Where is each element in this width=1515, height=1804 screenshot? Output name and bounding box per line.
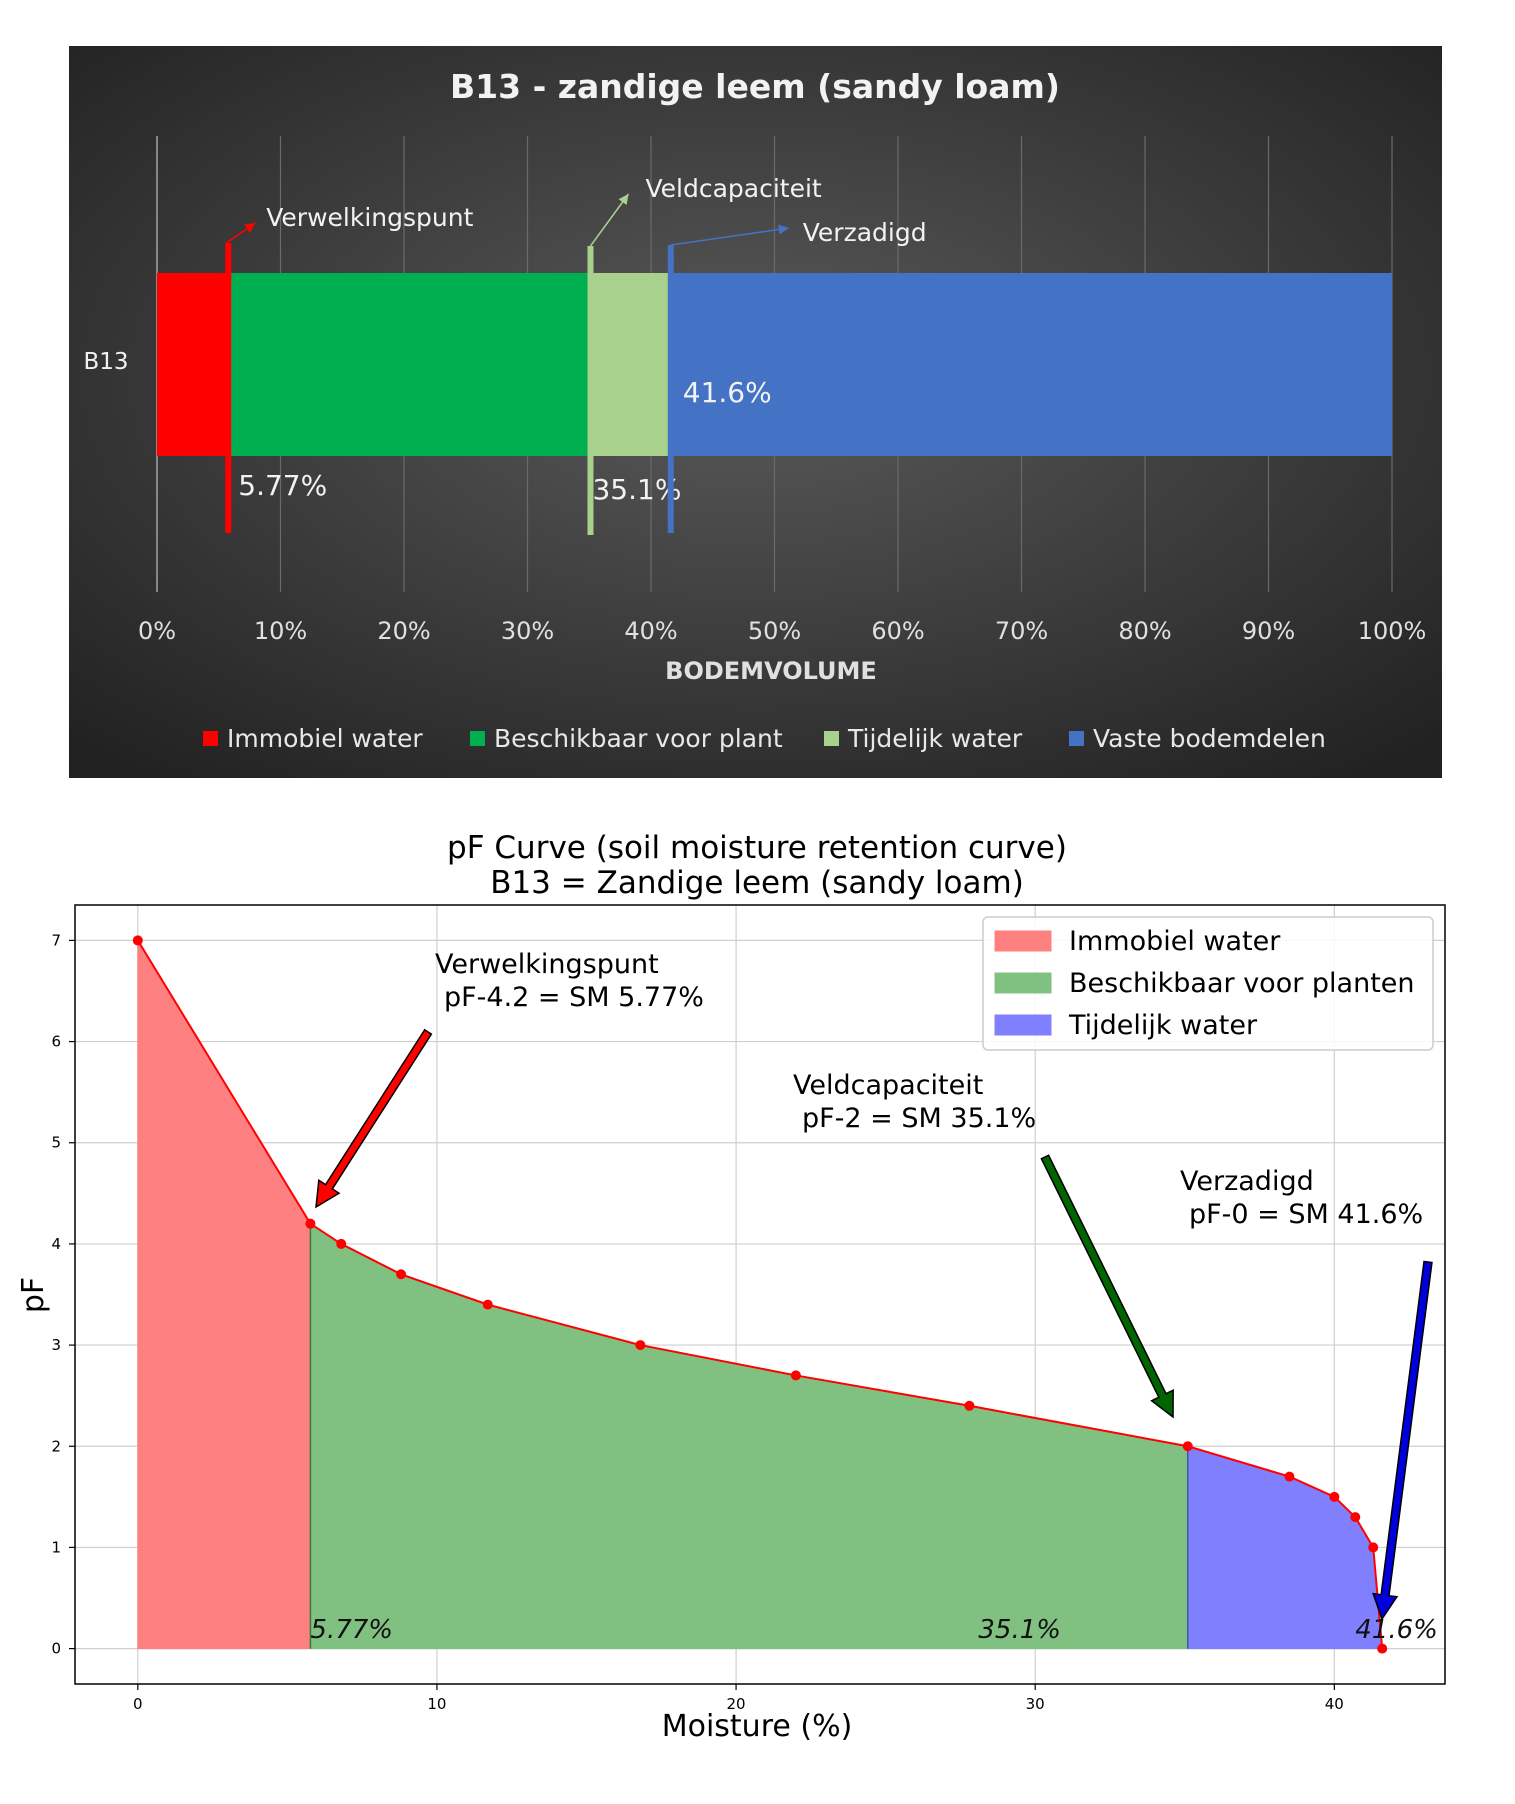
chart-subtitle: B13 = Zandige leem (sandy loam) <box>490 865 1024 901</box>
data-point <box>1350 1512 1361 1523</box>
data-point <box>964 1400 975 1411</box>
x-axis-label: Moisture (%) <box>662 1709 853 1744</box>
annotation-arrow <box>1040 1154 1174 1419</box>
annotation-detail: pF-2 = SM 35.1% <box>802 1103 1036 1134</box>
data-point <box>1329 1491 1340 1502</box>
data-point <box>1182 1441 1193 1452</box>
y-tick-label: 5 <box>51 1134 61 1152</box>
y-tick-label: 3 <box>51 1336 61 1354</box>
x-tick-label: 10 <box>427 1695 446 1713</box>
data-point <box>1377 1643 1388 1654</box>
data-point <box>482 1299 493 1310</box>
y-axis-label: pF <box>16 1277 51 1313</box>
pf-curve-chart: pF Curve (soil moisture retention curve)… <box>16 830 1446 1744</box>
y-tick-label: 2 <box>51 1437 61 1455</box>
y-tick-label: 1 <box>51 1538 61 1556</box>
data-point <box>336 1238 347 1249</box>
y-tick-label: 0 <box>51 1640 61 1658</box>
legend-label: Beschikbaar voor planten <box>1069 968 1415 999</box>
data-point <box>1368 1542 1379 1553</box>
y-tick-label: 4 <box>51 1235 61 1253</box>
region-value-label: 5.77% <box>310 1615 393 1645</box>
x-tick-label: 40 <box>1325 1695 1344 1713</box>
region-value-label: 35.1% <box>978 1615 1061 1645</box>
y-tick-label: 7 <box>51 931 61 949</box>
y-tick-label: 6 <box>51 1033 61 1051</box>
legend-label: Tijdelijk water <box>1068 1010 1258 1041</box>
data-point <box>790 1370 801 1381</box>
data-point <box>132 935 143 946</box>
chart-title: pF Curve (soil moisture retention curve) <box>447 830 1067 866</box>
region-fill <box>309 1222 1189 1650</box>
region-fill <box>137 938 311 1650</box>
annotation-detail: pF-0 = SM 41.6% <box>1189 1199 1423 1230</box>
data-point <box>1284 1471 1295 1482</box>
legend-swatch <box>994 1014 1052 1036</box>
data-point <box>305 1218 316 1229</box>
data-point <box>635 1340 646 1351</box>
annotation-arrow <box>1372 1260 1433 1621</box>
legend-swatch <box>994 972 1052 994</box>
annotation-title: Verwelkingspunt <box>435 949 659 980</box>
region-value-label: 41.6% <box>1355 1615 1438 1645</box>
legend-swatch <box>994 930 1052 952</box>
x-tick-label: 0 <box>133 1695 143 1713</box>
annotation-title: Veldcapaciteit <box>793 1070 983 1101</box>
annotation-title: Verzadigd <box>1180 1166 1314 1197</box>
data-point <box>396 1269 407 1280</box>
x-tick-label: 30 <box>1026 1695 1045 1713</box>
annotation-detail: pF-4.2 = SM 5.77% <box>444 982 704 1013</box>
legend-label: Immobiel water <box>1069 926 1281 957</box>
annotation-arrow <box>315 1028 433 1209</box>
